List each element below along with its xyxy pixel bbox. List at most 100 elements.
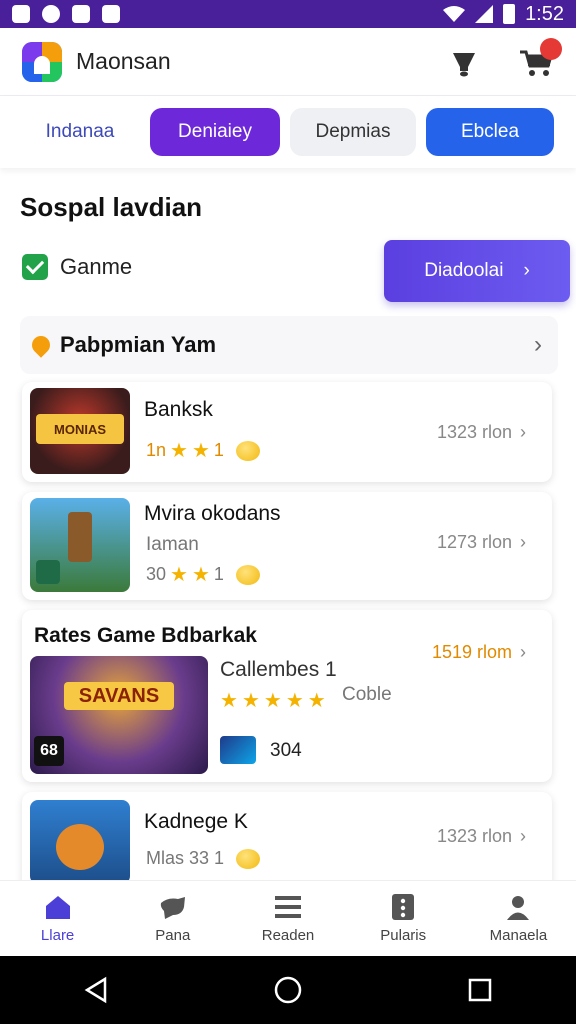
app-logo: [22, 41, 62, 82]
chevron-right-icon: ›: [534, 331, 542, 358]
game-name: Banksk: [144, 398, 213, 421]
chevron-right-icon: ›: [520, 532, 526, 552]
game-card[interactable]: Mvira okodans Iaman 30 ★ ★ 1 1273 rlon ›: [22, 492, 552, 600]
chevron-right-icon: ›: [520, 422, 526, 442]
wifi-icon: [443, 6, 466, 22]
animal-icon: [160, 897, 185, 919]
nav-label: Pana: [155, 927, 191, 944]
dice-icon: [392, 894, 415, 920]
game-meta: 1323 rlon ›: [437, 422, 526, 443]
thumb-badge: 68: [34, 736, 64, 766]
game-thumbnail: MONIAS: [30, 388, 130, 474]
filter-tab-4[interactable]: Ebclea: [426, 108, 554, 156]
shield-icon: [102, 5, 120, 23]
game-rating: Mlas 33 1: [146, 848, 261, 869]
coin-icon: [235, 440, 260, 461]
nav-label: Pularis: [380, 927, 427, 944]
checkbox-label: Ganme: [60, 254, 133, 279]
featured-game-card[interactable]: Rates Game Bdbarkak 1519 rlom › SAVANS 6…: [22, 610, 552, 782]
game-rating: 30 ★ ★ 1: [146, 562, 260, 587]
nav-label: Manaela: [489, 927, 548, 944]
game-rating: ★ ★ ★ ★ ★: [220, 688, 326, 713]
game-meta: 1519 rlom ›: [432, 642, 526, 663]
star-icon: ★: [220, 690, 238, 712]
game-checkbox-row[interactable]: Ganme: [22, 254, 132, 280]
back-icon[interactable]: [81, 975, 111, 1005]
status-bar: 1:52: [0, 0, 576, 28]
star-icon: ★: [170, 564, 188, 586]
featured-game-thumbnail: SAVANS 68: [30, 656, 208, 774]
sim-icon: [72, 5, 90, 23]
game-card[interactable]: Kadnege K Mlas 33 1 1323 rlon ›: [22, 792, 552, 892]
home-icon: [45, 896, 70, 919]
rating-text: Mlas 33 1: [146, 848, 225, 868]
location-pin-icon: [28, 332, 54, 358]
game-card[interactable]: MONIAS Banksk 1n ★ ★ 1 1323 rlon ›: [22, 382, 552, 482]
filter-tab-2[interactable]: Deniaiey: [150, 108, 280, 156]
nav-item-list[interactable]: Readen: [230, 881, 345, 956]
game-meta: 1323 rlon ›: [437, 826, 526, 847]
profile-icon: [507, 896, 530, 920]
game-thumbnail: [30, 800, 130, 884]
promo-row[interactable]: Pabpmian Yam ›: [20, 316, 558, 374]
nav-item-profile[interactable]: Manaela: [461, 881, 576, 956]
bell-icon[interactable]: [450, 47, 478, 77]
cta-button[interactable]: Diadoolai ›: [384, 240, 570, 302]
game-meta: 1273 rlon ›: [437, 532, 526, 553]
game-name: Mvira okodans: [144, 502, 281, 525]
nav-label: Readen: [261, 927, 315, 944]
notification-app-icon: [42, 5, 60, 23]
nav-label: Llare: [40, 927, 75, 944]
game-name: Callembes 1: [220, 658, 337, 681]
game-meta-text: 1519 rlom: [431, 642, 512, 662]
cart-button[interactable]: [518, 37, 562, 78]
coin-icon: [236, 848, 261, 869]
game-subtitle: Iaman: [146, 534, 199, 555]
clock: 1:52: [525, 2, 564, 25]
star-icon: ★: [285, 690, 304, 712]
filter-tab-1[interactable]: Indanaa: [20, 108, 140, 156]
filter-tabs: Indanaa Deniaiey Depmias Ebclea: [0, 96, 576, 168]
gallery-icon: [12, 5, 30, 23]
app-title: Maonsan: [76, 48, 171, 74]
chevron-right-icon: ›: [520, 642, 526, 662]
star-icon: ★: [170, 440, 188, 462]
game-meta-text: 1323 rlon: [436, 826, 512, 846]
star-icon: ★: [241, 690, 260, 712]
filter-tab-3[interactable]: Depmias: [290, 108, 416, 156]
system-nav-bar: [0, 956, 576, 1024]
coin-icon: [235, 564, 260, 585]
signal-icon: [475, 5, 494, 23]
mini-game-icon: [220, 736, 256, 764]
section-title: Sospal lavdian: [20, 192, 203, 222]
thumb-title: SAVANS: [64, 682, 174, 710]
star-icon: ★: [263, 690, 282, 712]
cta-label: Diadoolai: [424, 260, 504, 281]
featured-header: Rates Game Bdbarkak: [34, 624, 257, 647]
star-icon: ★: [191, 564, 210, 586]
game-meta-text: 1323 rlon: [436, 422, 512, 442]
app-bar: Maonsan: [0, 28, 576, 96]
game-small-label: 304: [270, 740, 302, 761]
game-extra: Coble: [342, 684, 392, 705]
battery-icon: [503, 4, 516, 24]
bottom-nav: Llare Pana Readen Pularis Manaela: [0, 880, 576, 956]
game-thumbnail: [30, 498, 130, 592]
chevron-right-icon: ›: [523, 260, 530, 281]
chevron-right-icon: ›: [520, 826, 526, 846]
cart-badge: [540, 37, 562, 60]
nav-item-home[interactable]: Llare: [0, 881, 115, 956]
nav-item-games[interactable]: Pana: [115, 881, 230, 956]
menu-list-icon: [275, 896, 301, 918]
home-circle-icon[interactable]: [273, 975, 303, 1005]
checkbox-checked-icon[interactable]: [22, 254, 48, 280]
game-meta-text: 1273 rlon: [436, 532, 512, 552]
star-icon: ★: [191, 440, 210, 462]
nav-item-store[interactable]: Pularis: [346, 881, 461, 956]
rating-text: 1n: [146, 440, 167, 460]
game-rating: 1n ★ ★ 1: [146, 438, 260, 463]
rating-text: 30: [146, 564, 167, 584]
thumb-badge-icon: [36, 560, 60, 584]
recents-icon[interactable]: [465, 975, 495, 1005]
star-icon: ★: [307, 690, 326, 712]
